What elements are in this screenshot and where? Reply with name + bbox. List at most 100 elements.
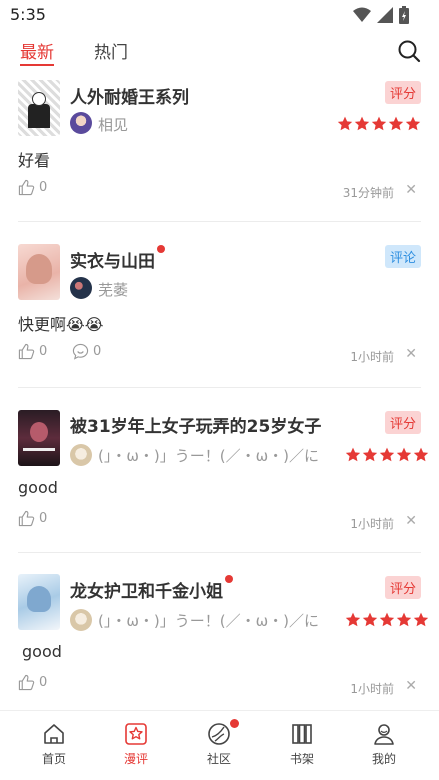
username[interactable]: (」・ω・)」うー！(／・ω・)／に	[98, 445, 348, 466]
review-card[interactable]: 被31岁年上女子玩弄的25岁女子 评分 (」・ω・)」うー！(／・ω・)／に g…	[0, 388, 439, 553]
star-review-icon	[125, 723, 147, 745]
star-icon	[388, 116, 404, 131]
nav-home[interactable]: 首页	[24, 721, 84, 767]
star-icon	[345, 447, 361, 462]
nav-label: 社区	[206, 752, 231, 766]
close-icon[interactable]: ✕	[405, 513, 417, 529]
star-icon	[337, 116, 353, 131]
star-rating	[345, 612, 429, 628]
thumbs-up-icon	[18, 674, 35, 691]
username[interactable]: 芜萎	[98, 279, 348, 300]
star-icon	[354, 116, 370, 131]
thumbs-up-icon	[18, 510, 35, 527]
post-time: 1小时前	[350, 517, 394, 531]
star-icon	[396, 447, 412, 462]
like-count: 0	[39, 180, 48, 195]
post-type-tag: 评分	[384, 576, 421, 599]
review-text: good	[18, 478, 58, 497]
review-card[interactable]: 龙女护卫和千金小姐 评分 (」・ω・)」うー！(／・ω・)／に good 0 1…	[0, 553, 439, 710]
avatar[interactable]	[70, 277, 92, 299]
star-rating	[345, 447, 429, 463]
comic-title[interactable]: 被31岁年上女子玩弄的25岁女子	[70, 412, 321, 437]
post-time: 1小时前	[350, 350, 394, 364]
star-icon	[413, 612, 429, 627]
community-icon	[208, 723, 230, 745]
status-bar: 5:35	[0, 0, 439, 30]
comic-title-text: 龙女护卫和千金小姐	[70, 582, 223, 602]
review-text: 快更啊😭😭	[18, 315, 104, 334]
new-indicator	[157, 245, 165, 253]
review-text: good	[22, 642, 62, 661]
nav-label: 书架	[289, 752, 314, 766]
avatar[interactable]	[70, 444, 92, 466]
comic-title[interactable]: 实衣与山田	[70, 245, 165, 272]
nav-label: 我的	[371, 752, 396, 766]
avatar[interactable]	[70, 609, 92, 631]
signal-icon	[377, 7, 393, 23]
like-count: 0	[39, 344, 48, 359]
comment-icon	[72, 343, 89, 360]
star-icon	[413, 447, 429, 462]
nav-mine[interactable]: 我的	[354, 721, 414, 767]
new-indicator	[225, 575, 233, 583]
comic-title-text: 实衣与山田	[70, 252, 155, 272]
tab-latest[interactable]: 最新	[20, 38, 54, 66]
comic-cover[interactable]	[18, 244, 60, 300]
search-icon[interactable]	[397, 39, 421, 63]
comic-cover[interactable]	[18, 80, 60, 136]
comic-cover[interactable]	[18, 410, 60, 466]
like-button[interactable]: 0	[18, 343, 47, 360]
battery-icon	[399, 6, 409, 24]
post-time: 31分钟前	[342, 186, 394, 200]
bottom-nav: 首页 漫评 社区 书架 我的	[0, 710, 439, 780]
like-count: 0	[39, 675, 48, 690]
nav-review[interactable]: 漫评	[106, 721, 166, 767]
star-icon	[405, 116, 421, 131]
star-icon	[396, 612, 412, 627]
status-icons	[353, 6, 409, 24]
comic-title[interactable]: 人外耐婚王系列	[70, 83, 189, 108]
like-button[interactable]: 0	[18, 674, 47, 691]
username[interactable]: (」・ω・)」うー！(／・ω・)／に	[98, 610, 348, 631]
close-icon[interactable]: ✕	[405, 182, 417, 198]
thumbs-up-icon	[18, 179, 35, 196]
post-type-tag: 评论	[384, 245, 421, 268]
close-icon[interactable]: ✕	[405, 346, 417, 362]
star-icon	[362, 612, 378, 627]
notification-dot	[230, 719, 239, 728]
like-count: 0	[39, 511, 48, 526]
nav-community[interactable]: 社区	[189, 719, 249, 767]
post-type-tag: 评分	[384, 81, 421, 104]
star-rating	[337, 116, 421, 132]
review-card[interactable]: 人外耐婚王系列 评分 相见 好看 0 31分钟前 ✕	[0, 74, 439, 222]
star-icon	[345, 612, 361, 627]
tab-hot[interactable]: 热门	[94, 38, 128, 63]
star-icon	[371, 116, 387, 131]
review-text: 好看	[18, 151, 51, 170]
user-icon	[374, 724, 394, 745]
bookshelf-icon	[292, 724, 312, 744]
star-icon	[362, 447, 378, 462]
home-icon	[44, 724, 64, 744]
status-time: 5:35	[10, 5, 46, 24]
close-icon[interactable]: ✕	[405, 678, 417, 694]
nav-label: 漫评	[123, 752, 148, 766]
nav-shelf[interactable]: 书架	[272, 721, 332, 767]
review-card[interactable]: 实衣与山田 评论 芜萎 快更啊😭😭 0 0 1小时前 ✕	[0, 222, 439, 388]
post-time: 1小时前	[350, 682, 394, 696]
thumbs-up-icon	[18, 343, 35, 360]
comic-cover[interactable]	[18, 574, 60, 630]
top-tabs: 最新 热门	[0, 30, 439, 74]
comment-count: 0	[93, 344, 102, 359]
username[interactable]: 相见	[98, 114, 348, 135]
star-icon	[379, 612, 395, 627]
avatar[interactable]	[70, 112, 92, 134]
review-feed[interactable]: 人外耐婚王系列 评分 相见 好看 0 31分钟前 ✕ 实衣与山田 评论 芜萎 快…	[0, 74, 439, 710]
nav-label: 首页	[41, 752, 66, 766]
post-type-tag: 评分	[384, 411, 421, 434]
like-button[interactable]: 0	[18, 179, 47, 196]
star-icon	[379, 447, 395, 462]
like-button[interactable]: 0	[18, 510, 47, 527]
comic-title[interactable]: 龙女护卫和千金小姐	[70, 575, 233, 602]
comment-button[interactable]: 0	[72, 343, 101, 360]
